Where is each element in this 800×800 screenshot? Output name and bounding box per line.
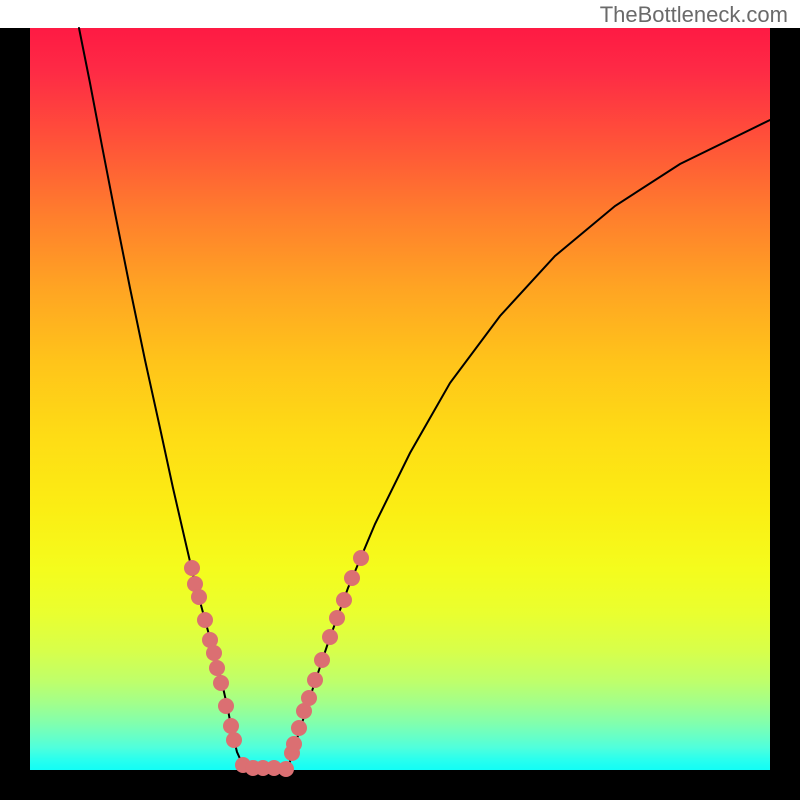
pink-dot bbox=[314, 652, 330, 668]
watermark-text: TheBottleneck.com bbox=[600, 2, 788, 28]
pink-dot bbox=[301, 690, 317, 706]
pink-dot bbox=[209, 660, 225, 676]
plot-gradient-area bbox=[30, 28, 770, 770]
pink-dot bbox=[191, 589, 207, 605]
pink-dot bbox=[336, 592, 352, 608]
pink-dot bbox=[322, 629, 338, 645]
pink-dot bbox=[291, 720, 307, 736]
pink-dot bbox=[226, 732, 242, 748]
pink-dot bbox=[344, 570, 360, 586]
left-curve bbox=[79, 28, 249, 768]
right-curve bbox=[288, 120, 770, 768]
pink-dot bbox=[218, 698, 234, 714]
plot-outer-black-border bbox=[0, 28, 800, 800]
pink-dot bbox=[213, 675, 229, 691]
pink-dot bbox=[223, 718, 239, 734]
pink-dot bbox=[197, 612, 213, 628]
pink-dot bbox=[206, 645, 222, 661]
pink-dot bbox=[278, 761, 294, 777]
pink-dot bbox=[353, 550, 369, 566]
curves-layer bbox=[30, 28, 770, 770]
pink-dot bbox=[329, 610, 345, 626]
pink-dot bbox=[307, 672, 323, 688]
pink-dot bbox=[286, 736, 302, 752]
pink-dot bbox=[184, 560, 200, 576]
pink-dots-layer bbox=[184, 550, 369, 777]
chart-frame: TheBottleneck.com bbox=[0, 0, 800, 800]
